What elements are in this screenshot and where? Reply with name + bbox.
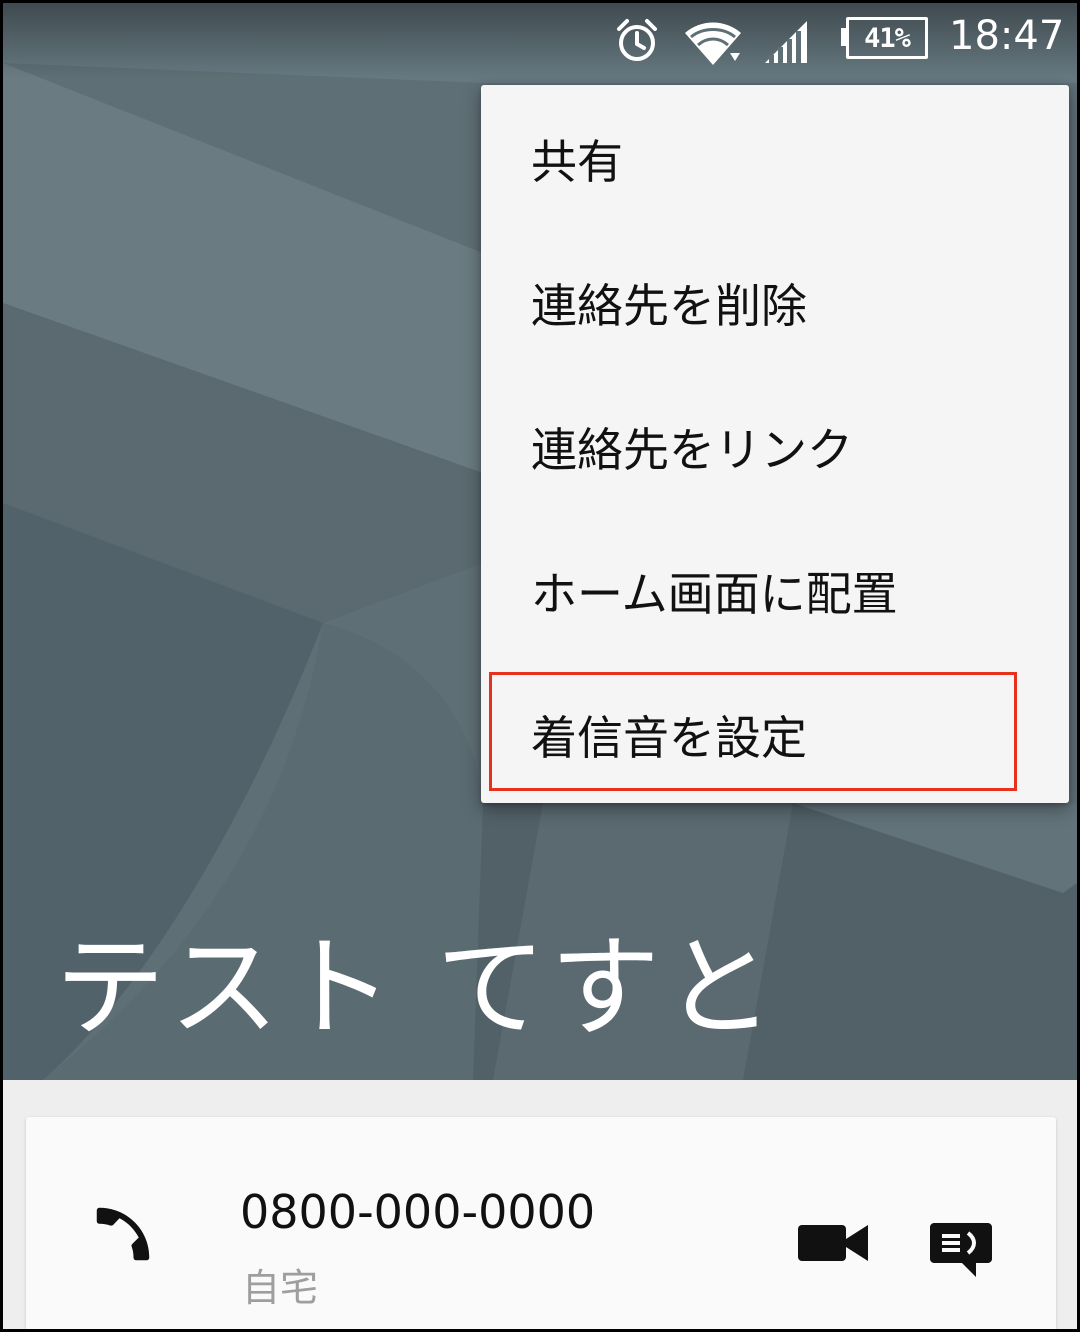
clock: 18:47	[949, 13, 1065, 59]
message-icon[interactable]	[930, 1221, 992, 1279]
screen-frame: 41% 18:47 テスト てすと 共有 連絡先を削除 連絡先をリンク ホーム画…	[0, 0, 1080, 1332]
cellular-signal-icon	[765, 21, 807, 63]
phone-type-label: 自宅	[242, 1266, 319, 1310]
menu-item-share[interactable]: 共有	[481, 87, 1069, 231]
menu-item-place-on-home-screen[interactable]: ホーム画面に配置	[481, 519, 1069, 663]
highlight-annotation-box	[489, 672, 1017, 791]
phone-icon[interactable]	[88, 1199, 158, 1269]
battery-icon: 41%	[846, 17, 928, 59]
wifi-icon	[685, 22, 741, 65]
menu-item-delete-contact[interactable]: 連絡先を削除	[481, 231, 1069, 375]
menu-item-link-contact[interactable]: 連絡先をリンク	[481, 375, 1069, 519]
video-call-icon[interactable]	[798, 1221, 868, 1265]
battery-percent: 41%	[864, 22, 911, 54]
contact-name: テスト てすと	[55, 924, 778, 1052]
status-bar: 41% 18:47	[3, 3, 1077, 78]
phone-entry-card[interactable]: 0800-000-0000 自宅	[26, 1117, 1056, 1329]
alarm-icon	[617, 19, 657, 61]
phone-number[interactable]: 0800-000-0000	[240, 1185, 595, 1239]
